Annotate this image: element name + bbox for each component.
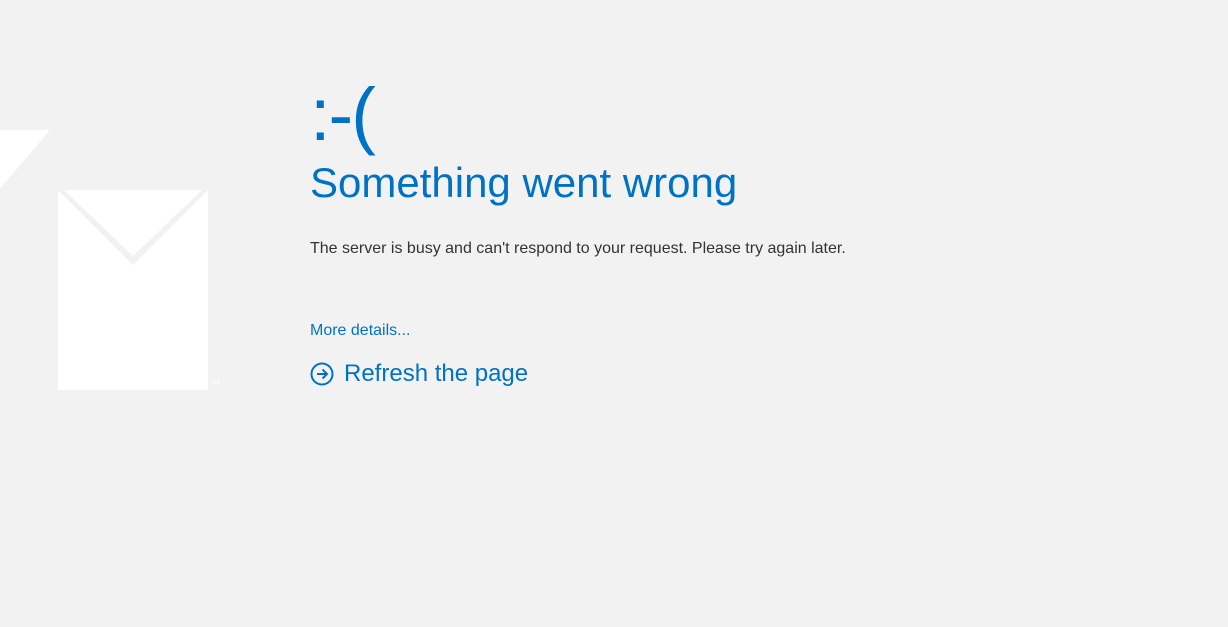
refresh-label: Refresh the page bbox=[344, 360, 528, 388]
more-details-link[interactable]: More details... bbox=[310, 322, 410, 340]
sad-face-emoticon: :-( bbox=[310, 78, 1010, 152]
refresh-arrow-icon bbox=[310, 362, 334, 386]
svg-text:™: ™ bbox=[212, 379, 220, 390]
error-panel: :-( Something went wrong The server is b… bbox=[310, 78, 1010, 388]
error-heading: Something went wrong bbox=[310, 160, 1010, 206]
mail-watermark-icon: ™ bbox=[0, 130, 220, 390]
error-message: The server is busy and can't respond to … bbox=[310, 240, 1010, 258]
refresh-button[interactable]: Refresh the page bbox=[310, 360, 1010, 388]
